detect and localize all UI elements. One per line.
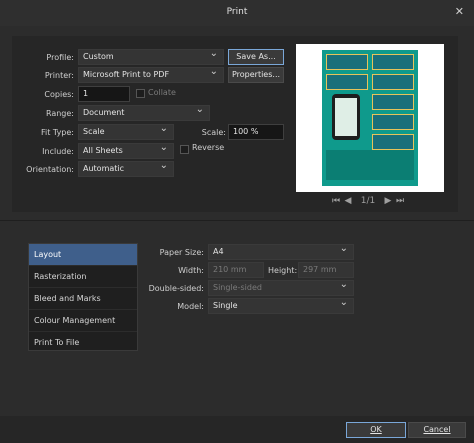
orientation-dropdown[interactable]: Automatic (78, 159, 174, 177)
settings-category-list: Layout Rasterization Bleed and Marks Col… (28, 243, 138, 354)
reverse-checkbox[interactable] (180, 145, 189, 154)
next-page-icon[interactable]: ▶ (382, 196, 394, 206)
section-divider (0, 220, 474, 221)
height-input[interactable]: 297 mm (298, 262, 354, 278)
preview-pager: ⏮ ◀ 1/1 ▶ ⏭ (330, 196, 406, 206)
printer-dropdown[interactable]: Microsoft Print to PDF (78, 65, 224, 83)
preview-right-column (372, 54, 414, 154)
paper-size-dropdown[interactable]: A4 (208, 242, 354, 260)
category-layout[interactable]: Layout (29, 244, 137, 266)
collate-label: Collate (148, 88, 176, 97)
category-rasterization[interactable]: Rasterization (29, 266, 137, 288)
copies-input[interactable]: 1 (78, 86, 130, 102)
ok-button[interactable]: OK (346, 422, 406, 438)
orientation-label: Orientation: (26, 165, 74, 174)
collate-checkbox[interactable] (136, 89, 145, 98)
profile-dropdown[interactable]: Custom (78, 47, 224, 65)
range-dropdown[interactable]: Document (78, 103, 210, 121)
category-bleed-and-marks[interactable]: Bleed and Marks (29, 288, 137, 310)
cancel-button[interactable]: Cancel (408, 422, 466, 438)
profile-label: Profile: (46, 53, 74, 62)
close-icon[interactable]: ✕ (455, 5, 464, 18)
category-print-to-file[interactable]: Print To File (29, 332, 137, 354)
copies-label: Copies: (44, 90, 74, 99)
title-bar: Print ✕ (0, 0, 474, 26)
dialog-title: Print (226, 7, 248, 17)
model-label: Model: (177, 302, 204, 311)
preview-phone-image (332, 94, 360, 140)
include-dropdown[interactable]: All Sheets (78, 141, 174, 159)
width-input[interactable]: 210 mm (208, 262, 264, 278)
first-page-icon[interactable]: ⏮ (330, 196, 342, 206)
save-as-button[interactable]: Save As... (228, 49, 284, 65)
printer-label: Printer: (44, 71, 74, 80)
category-colour-management[interactable]: Colour Management (29, 310, 137, 332)
include-label: Include: (42, 147, 74, 156)
preview-bottom-banner (326, 150, 414, 180)
scale-label: Scale: (201, 128, 226, 137)
fit-type-dropdown[interactable]: Scale (78, 122, 174, 140)
double-sided-label: Double-sided: (148, 284, 204, 293)
scale-input[interactable]: 100 % (228, 124, 284, 140)
reverse-label: Reverse (192, 143, 225, 152)
height-label: Height: (268, 266, 298, 275)
width-label: Width: (178, 266, 204, 275)
fit-type-label: Fit Type: (41, 128, 74, 137)
range-label: Range: (45, 109, 74, 118)
preview-page-thumbnail (322, 50, 418, 186)
prev-page-icon[interactable]: ◀ (342, 196, 354, 206)
properties-button[interactable]: Properties... (228, 67, 284, 83)
preview-left-column (326, 54, 368, 94)
page-indicator: 1/1 (360, 196, 376, 206)
paper-size-label: Paper Size: (159, 248, 204, 257)
model-dropdown[interactable]: Single (208, 296, 354, 314)
last-page-icon[interactable]: ⏭ (394, 196, 406, 206)
print-preview (296, 44, 444, 192)
double-sided-dropdown[interactable]: Single-sided (208, 278, 354, 296)
